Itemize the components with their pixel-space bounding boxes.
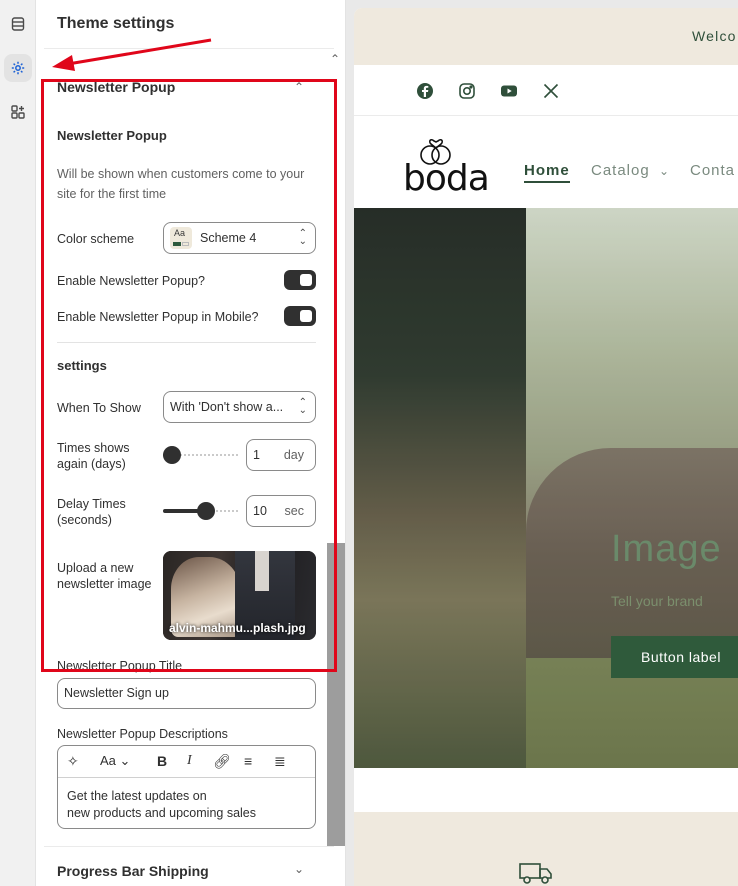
- youtube-icon[interactable]: [500, 82, 518, 100]
- subheading: Newsletter Popup: [57, 128, 167, 143]
- announcement-text: Welco: [692, 28, 737, 44]
- social-bar: [354, 65, 738, 116]
- panel-title: Theme settings: [57, 15, 175, 32]
- delay-times-label: Delay Times (seconds): [57, 497, 126, 527]
- popup-title-input[interactable]: Newsletter Sign up: [57, 678, 316, 709]
- nav-catalog[interactable]: Catalog: [591, 162, 650, 179]
- upload-image-label: Upload a new newsletter image: [57, 561, 152, 591]
- panel-scrollbar[interactable]: [327, 543, 345, 846]
- when-to-show-label: When To Show: [57, 401, 141, 415]
- font-size-icon[interactable]: Aa ⌄: [100, 752, 130, 770]
- bold-icon[interactable]: B: [157, 752, 167, 770]
- theme-settings-panel: Theme settings ⌃ Newsletter Popup ⌃ News…: [44, 0, 346, 886]
- select-caret-icon: ⌃ ⌄: [298, 397, 307, 416]
- apps-icon[interactable]: [4, 98, 32, 126]
- image-filename: alvin-mahmu...plash.jpg: [169, 621, 306, 635]
- link-icon[interactable]: 🔗︎: [213, 752, 231, 770]
- divider: [44, 48, 334, 49]
- select-caret-icon: ⌃ ⌄: [298, 228, 307, 247]
- magic-icon[interactable]: ✧: [67, 752, 79, 770]
- announcement-bar: Welco: [354, 8, 738, 65]
- when-to-show-select[interactable]: With 'Don't show a... ⌃ ⌄: [163, 391, 316, 423]
- spacer: [354, 768, 738, 812]
- catalog-chevron-icon[interactable]: ⌄: [659, 164, 670, 178]
- divider: [57, 342, 316, 343]
- times-shows-again-slider[interactable]: [163, 446, 238, 464]
- shipping-section: [354, 812, 738, 886]
- expand-chevron-icon[interactable]: ⌄: [294, 862, 304, 876]
- color-scheme-select[interactable]: Aa Scheme 4 ⌃ ⌄: [163, 222, 316, 254]
- popup-title-label: Newsletter Popup Title: [57, 659, 183, 673]
- times-shows-again-input[interactable]: 1 day: [246, 439, 316, 471]
- header-nav: boda Home Catalog ⌄ Conta: [354, 116, 738, 208]
- left-icon-rail: [0, 0, 36, 886]
- italic-icon[interactable]: I: [187, 752, 192, 770]
- hero-title: Image: [611, 528, 722, 570]
- enable-mobile-label: Enable Newsletter Popup in Mobile?: [57, 310, 259, 324]
- truck-icon: [519, 863, 552, 884]
- instagram-icon[interactable]: [458, 82, 476, 100]
- divider: [44, 846, 334, 847]
- settings-heading: settings: [57, 358, 107, 373]
- enable-mobile-toggle[interactable]: [284, 306, 316, 326]
- times-shows-again-label: Times shows again (days): [57, 441, 130, 471]
- newsletter-image-thumbnail[interactable]: alvin-mahmu...plash.jpg: [163, 551, 316, 640]
- collapse-chevron-icon[interactable]: ⌃: [294, 80, 304, 94]
- popup-descriptions-text[interactable]: Get the latest updates on new products a…: [67, 788, 256, 822]
- nav-home[interactable]: Home: [524, 162, 570, 183]
- bullet-list-icon[interactable]: ≡: [244, 752, 252, 770]
- delay-times-input[interactable]: 10 sec: [246, 495, 316, 527]
- color-scheme-value: Scheme 4: [200, 231, 257, 245]
- enable-popup-toggle[interactable]: [284, 270, 316, 290]
- color-scheme-swatch: Aa: [170, 227, 192, 249]
- section-header-newsletter-popup[interactable]: Newsletter Popup: [57, 79, 175, 95]
- enable-popup-label: Enable Newsletter Popup?: [57, 274, 206, 288]
- facebook-icon[interactable]: [416, 82, 434, 100]
- color-scheme-label: Color scheme: [57, 232, 135, 246]
- sections-icon[interactable]: [4, 10, 32, 38]
- rich-text-toolbar: ✧ Aa ⌄ B I 🔗︎ ≡ ≣: [58, 746, 315, 778]
- popup-descriptions-editor[interactable]: ✧ Aa ⌄ B I 🔗︎ ≡ ≣ Get the latest updates…: [57, 745, 316, 829]
- logo[interactable]: boda: [403, 158, 490, 199]
- hero-subtitle: Tell your brand: [611, 593, 703, 609]
- hero-banner: Image Tell your brand Button label: [354, 208, 738, 768]
- store-preview: Welco boda Home Catalog ⌄ Conta Image Te…: [354, 8, 738, 886]
- theme-settings-gear-icon[interactable]: [4, 54, 32, 82]
- hero-button[interactable]: Button label: [611, 636, 738, 678]
- nav-contact[interactable]: Conta: [690, 162, 735, 179]
- section-description: Will be shown when customers come to you…: [57, 167, 305, 201]
- scroll-up-chevron-icon[interactable]: ⌃: [330, 52, 340, 66]
- delay-times-slider[interactable]: [163, 502, 238, 520]
- numbered-list-icon[interactable]: ≣: [274, 752, 286, 770]
- popup-descriptions-label: Newsletter Popup Descriptions: [57, 727, 228, 741]
- x-twitter-icon[interactable]: [542, 82, 560, 100]
- when-to-show-value: With 'Don't show a...: [170, 400, 284, 414]
- section-header-progress-bar-shipping[interactable]: Progress Bar Shipping: [57, 863, 209, 879]
